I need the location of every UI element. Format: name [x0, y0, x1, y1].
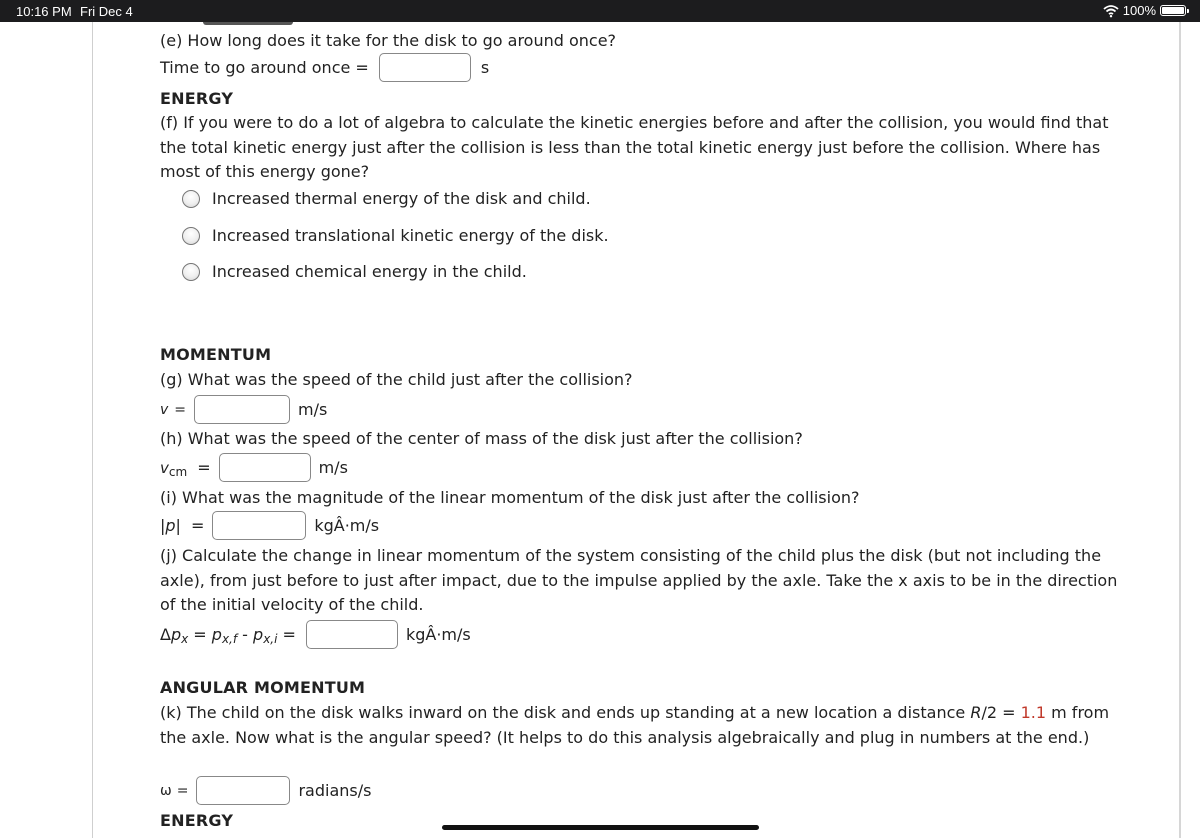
status-time: 10:16 PM	[16, 4, 72, 19]
disk-cm-speed-input[interactable]	[218, 453, 311, 482]
momentum-change-input[interactable]	[305, 620, 398, 649]
option-thermal-energy[interactable]: Increased thermal energy of the disk and…	[182, 189, 591, 208]
period-input[interactable]	[378, 53, 471, 82]
part-j-question: (j) Calculate the change in linear momen…	[160, 546, 1118, 614]
disk-momentum-input[interactable]	[212, 511, 307, 540]
part-j-answer-row: Δpx = px,f - px,i = kgÂ·m/s	[160, 620, 471, 649]
part-k-answer-row: ω = radians/s	[160, 776, 371, 805]
scrollbar[interactable]	[1179, 22, 1181, 838]
given-distance-value: 1.1	[1020, 703, 1047, 722]
equals-sign: =	[174, 401, 187, 418]
var-omega: ω	[160, 782, 172, 799]
home-indicator[interactable]	[442, 825, 759, 830]
momentum-heading: MOMENTUM	[160, 345, 272, 364]
equals-sign: =	[190, 516, 205, 535]
part-f-question: (f) If you were to do a lot of algebra t…	[160, 113, 1109, 181]
part-k-question: (k) The child on the disk walks inward o…	[160, 703, 1110, 747]
var-v: v	[160, 401, 169, 418]
part-e-question: (e) How long does it take for the disk t…	[160, 31, 617, 50]
part-g-answer-row: v = m/s	[160, 395, 327, 424]
energy-heading: ENERGY	[160, 89, 234, 108]
option-label: Increased translational kinetic energy o…	[212, 226, 609, 245]
option-chemical-energy[interactable]: Increased chemical energy in the child.	[182, 262, 527, 281]
angular-momentum-heading: ANGULAR MOMENTUM	[160, 678, 366, 697]
equals-sign: =	[176, 782, 189, 799]
part-j-unit: kgÂ·m/s	[405, 625, 471, 644]
part-i-answer-row: |p| = kgÂ·m/s	[160, 511, 379, 540]
angular-speed-input[interactable]	[196, 776, 291, 805]
part-k-unit: radians/s	[298, 781, 372, 800]
status-bar: 10:16 PM Fri Dec 4 100%	[0, 0, 1200, 22]
status-date: Fri Dec 4	[80, 4, 133, 19]
option-translational-ke[interactable]: Increased translational kinetic energy o…	[182, 226, 609, 245]
radio-button[interactable]	[182, 226, 200, 245]
energy-heading-2: ENERGY	[160, 811, 234, 830]
equals-sign: =	[197, 458, 211, 477]
battery-icon	[1160, 5, 1189, 16]
part-e-label: Time to go around once =	[160, 58, 369, 77]
delta-px-expression: Δpx = px,f - px,i =	[160, 625, 296, 646]
child-speed-input[interactable]	[194, 395, 291, 424]
option-label: Increased thermal energy of the disk and…	[212, 189, 591, 208]
radio-button[interactable]	[182, 189, 200, 208]
var-v-cm: vcm	[160, 458, 188, 479]
part-g-question: (g) What was the speed of the child just…	[160, 370, 633, 389]
part-h-question: (h) What was the speed of the center of …	[160, 429, 803, 448]
part-e-answer-row: Time to go around once = s	[160, 53, 489, 82]
part-e-unit: s	[480, 58, 490, 77]
option-label: Increased chemical energy in the child.	[212, 262, 527, 281]
var-p-magnitude: |p|	[160, 516, 181, 535]
pull-tab-handle[interactable]	[203, 22, 293, 25]
status-right: 100%	[1103, 3, 1189, 18]
part-i-question: (i) What was the magnitude of the linear…	[160, 488, 860, 507]
left-pane-divider	[92, 22, 93, 838]
radio-button[interactable]	[182, 262, 200, 281]
part-h-unit: m/s	[318, 458, 348, 477]
wifi-icon	[1103, 4, 1119, 17]
battery-percent: 100%	[1122, 3, 1156, 18]
part-g-unit: m/s	[298, 400, 328, 419]
part-i-unit: kgÂ·m/s	[314, 516, 380, 535]
part-h-answer-row: vcm = m/s	[160, 453, 348, 482]
